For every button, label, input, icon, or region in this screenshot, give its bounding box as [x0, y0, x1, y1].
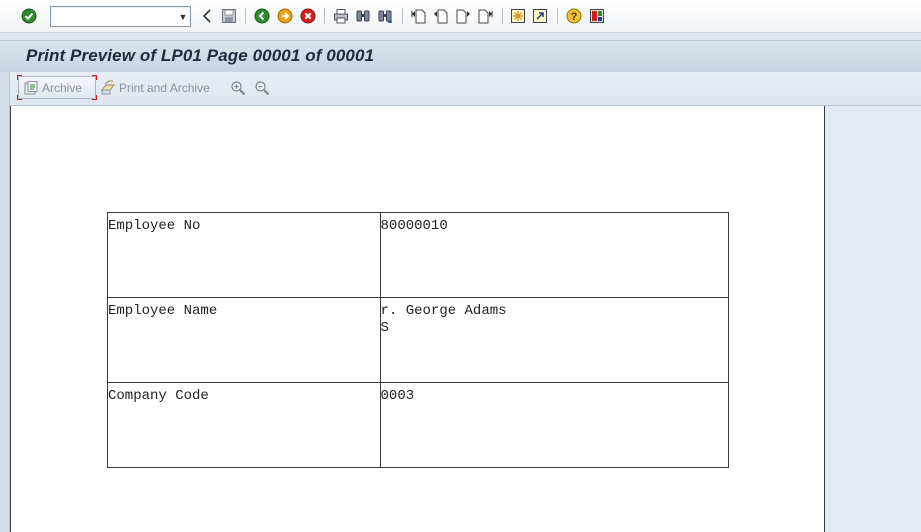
- toolbar-separator: [402, 8, 403, 24]
- next-page-icon[interactable]: [454, 7, 472, 25]
- toolbar-separator: [557, 8, 558, 24]
- chevron-down-icon[interactable]: ▼: [176, 7, 190, 26]
- save-icon[interactable]: [220, 7, 238, 25]
- create-session-icon[interactable]: [509, 7, 527, 25]
- preview-side-panel: [825, 106, 921, 532]
- svg-text:?: ?: [571, 11, 578, 23]
- employee-name-label: Employee Name: [107, 297, 381, 383]
- employee-name-value: r. George Adams S: [379, 297, 730, 383]
- application-toolbar: Archive Print and Archive: [10, 72, 921, 106]
- page-title: Print Preview of LP01 Page 00001 of 0000…: [26, 46, 375, 65]
- employee-details-table: Employee No 80000010 Employee Name r. Ge…: [107, 212, 730, 468]
- back-nav-icon[interactable]: [198, 7, 216, 25]
- layout-menu-icon[interactable]: [588, 7, 606, 25]
- archive-button-label: Archive: [42, 80, 83, 95]
- print-and-archive-button[interactable]: Print and Archive: [100, 76, 218, 99]
- command-input[interactable]: [51, 7, 171, 26]
- first-page-icon[interactable]: [410, 7, 428, 25]
- cancel-icon[interactable]: [299, 7, 317, 25]
- table-row: Employee Name r. George Adams S: [107, 297, 730, 383]
- print-archive-icon: [100, 80, 116, 94]
- previous-page-icon[interactable]: [432, 7, 450, 25]
- focus-corner: [17, 95, 22, 100]
- toolbar-separator: [324, 8, 325, 24]
- print-icon[interactable]: [332, 7, 350, 25]
- find-next-icon[interactable]: [376, 7, 394, 25]
- focus-corner: [17, 75, 22, 80]
- value-line: S: [380, 320, 389, 336]
- value-line: r. George Adams: [380, 303, 507, 319]
- employee-no-value: 80000010: [379, 212, 730, 298]
- enter-icon[interactable]: [20, 7, 38, 25]
- left-border-strip: [0, 40, 10, 532]
- table-row: Employee No 80000010: [107, 212, 730, 298]
- print-and-archive-label: Print and Archive: [119, 80, 210, 95]
- last-page-icon[interactable]: [476, 7, 494, 25]
- employee-no-label: Employee No: [107, 212, 381, 298]
- archive-icon: [24, 80, 38, 94]
- print-preview-page: Employee No 80000010 Employee Name r. Ge…: [10, 106, 825, 532]
- exit-icon[interactable]: [276, 7, 294, 25]
- find-icon[interactable]: [354, 7, 372, 25]
- value-line: 0003: [380, 388, 415, 404]
- back-icon[interactable]: [253, 7, 271, 25]
- title-bar: Print Preview of LP01 Page 00001 of 0000…: [0, 40, 921, 72]
- help-icon[interactable]: ?: [565, 7, 583, 25]
- zoom-in-icon[interactable]: [230, 80, 246, 96]
- system-toolbar: ▼ ?: [0, 0, 921, 33]
- focus-corner: [92, 95, 97, 100]
- command-field[interactable]: ▼: [50, 6, 191, 27]
- archive-button[interactable]: Archive: [17, 75, 97, 100]
- value-line: 80000010: [380, 218, 448, 234]
- company-code-label: Company Code: [107, 382, 381, 468]
- toolbar-separator: [502, 8, 503, 24]
- zoom-out-icon[interactable]: [254, 80, 270, 96]
- company-code-value: 0003: [379, 382, 730, 468]
- table-row: Company Code 0003: [107, 382, 730, 468]
- toolbar-separator: [245, 8, 246, 24]
- shortcut-icon[interactable]: [531, 7, 549, 25]
- focus-corner: [92, 75, 97, 80]
